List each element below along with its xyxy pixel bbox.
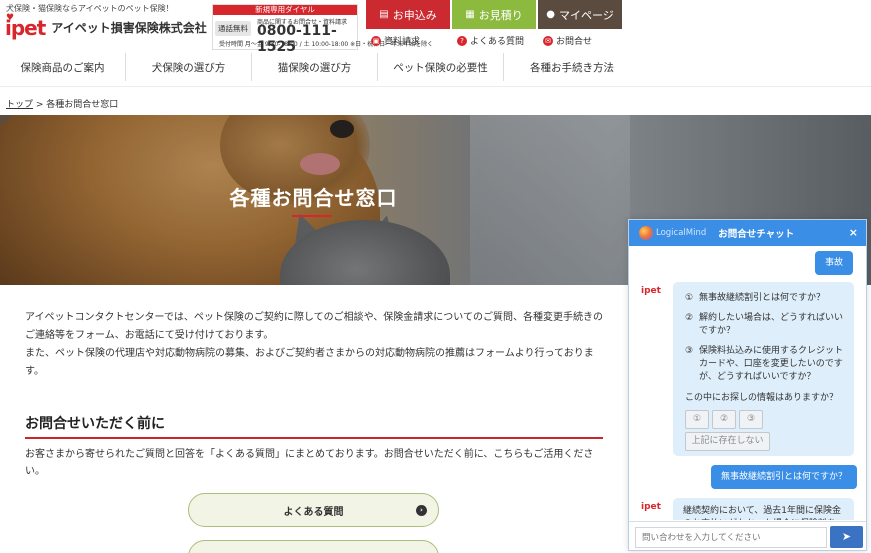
bot-message: ① 無事故継続割引とは何ですか？ ② 解約したい場合は、どうすればいいですか？ … — [673, 282, 854, 456]
mail-icon: ✉ — [543, 35, 553, 46]
intro-paragraph-2: また、ペット保険の代理店や対応動物病院の募集、およびご契約者さまからの対応動物病… — [25, 348, 594, 377]
send-icon[interactable]: ➤ — [830, 526, 863, 548]
phone-dial-box: 新規専用ダイヤル 通話無料 商品に関するお問合せ・資料請求 0800-111-1… — [212, 4, 433, 55]
book-icon: ▣ — [371, 35, 381, 46]
brochure-label: 資料請求 — [384, 37, 421, 47]
question-text: 保険料払込みに使用するクレジットカードや、口座を変更したいのですが、どうすればい… — [699, 346, 844, 382]
option-1-button[interactable]: ① — [685, 410, 709, 429]
faq-link[interactable]: ? よくある質問 — [457, 34, 524, 47]
chat-footer: ➤ — [629, 521, 866, 550]
mypage-button[interactable]: ● マイページ — [538, 0, 622, 29]
brochure-link[interactable]: ▣ 資料請求 — [371, 34, 420, 47]
faq-label: よくある質問 — [470, 37, 525, 47]
chat-input[interactable] — [635, 527, 827, 548]
site-logo[interactable]: ♥ ipet アイペット損害保険株式会社 — [5, 13, 207, 40]
section-underline — [25, 437, 603, 439]
chat-widget: LogicalMind お問合せチャット × 事故 ipet ① 無事故継続割引… — [628, 219, 867, 551]
global-nav: 保険商品のご案内 犬保険の選び方 猫保険の選び方 ペット保険の必要性 各種お手続… — [0, 53, 640, 81]
mypage-label: マイページ — [558, 8, 614, 22]
section-text: お客さまから寄せられたご質問と回答を「よくある質問」にまとめております。お問合せ… — [25, 449, 594, 477]
title-underline — [292, 215, 332, 217]
bot-prompt: この中にお探しの情報はありますか？ — [685, 393, 839, 403]
chat-header: LogicalMind お問合せチャット × — [629, 220, 866, 246]
chevron-right-icon: › — [416, 505, 427, 516]
question-number: ① — [685, 293, 694, 303]
page: 犬保険・猫保険ならアイペットのペット保険！ ♥ ipet アイペット損害保険株式会… — [0, 0, 871, 553]
faq-button[interactable]: よくある質問 › — [188, 493, 439, 527]
heart-icon: ♥ — [6, 13, 14, 23]
calculator-icon: ▦ — [465, 9, 475, 20]
user-message: 事故 — [815, 251, 854, 275]
nav-item-procedures[interactable]: 各種お手続き方法 — [504, 53, 640, 81]
document-icon: ▤ — [379, 9, 389, 20]
section-title: お問合せいただく前に — [25, 416, 165, 432]
site-tagline: 犬保険・猫保険ならアイペットのペット保険！ — [6, 4, 174, 13]
option-3-button[interactable]: ③ — [739, 410, 763, 429]
breadcrumb-current: 各種お問合せ窓口 — [46, 100, 119, 110]
page-title: 各種お問合せ窓口 — [229, 186, 398, 210]
intro-paragraph-1: アイペットコンタクトセンターでは、ペット保険のご契約に際してのご相談や、保険金請… — [25, 312, 603, 341]
breadcrumb-separator: > — [33, 100, 47, 110]
apply-label: お申込み — [392, 8, 437, 22]
breadcrumb-home[interactable]: トップ — [6, 100, 33, 110]
option-none-button[interactable]: 上記に存在しない — [685, 432, 770, 451]
company-name: アイペット損害保険株式会社 — [51, 21, 207, 35]
chat-brand: LogicalMind — [639, 226, 706, 240]
option-2-button[interactable]: ② — [712, 410, 736, 429]
contact-label: お問合せ — [556, 37, 593, 47]
question-text: 無事故継続割引とは何ですか？ — [699, 293, 826, 303]
question-icon: ? — [457, 35, 467, 46]
bot-reply: 継続契約において、過去1年間に保険金のお支払いがなかった場合に保険料を割引 — [673, 498, 854, 520]
faq-button-label: よくある質問 — [283, 506, 344, 518]
dial-title: 新規専用ダイヤル — [213, 5, 357, 15]
user-message: 無事故継続割引とは何ですか？ — [711, 465, 858, 489]
user-icon: ● — [546, 9, 555, 20]
header-divider — [0, 86, 871, 87]
logo-mark: ♥ ipet — [5, 13, 46, 40]
next-button[interactable] — [188, 540, 439, 553]
nav-item-necessity[interactable]: ペット保険の必要性 — [378, 53, 504, 81]
close-icon[interactable]: × — [849, 226, 858, 239]
breadcrumb: トップ > 各種お問合せ窓口 — [6, 97, 118, 110]
chat-title: お問合せチャット — [718, 229, 795, 240]
apply-button[interactable]: ▤ お申込み — [366, 0, 450, 29]
estimate-button[interactable]: ▦ お見積り — [452, 0, 536, 29]
contact-link[interactable]: ✉ お問合せ — [543, 34, 592, 47]
bot-avatar: ipet — [641, 286, 661, 296]
nav-item-products[interactable]: 保険商品のご案内 — [0, 53, 126, 81]
estimate-label: お見積り — [478, 8, 523, 22]
intro-text: アイペットコンタクトセンターでは、ペット保険のご契約に際してのご相談や、保険金請… — [25, 309, 603, 381]
bot-avatar: ipet — [641, 502, 661, 512]
question-number: ③ — [685, 346, 694, 356]
logicalmind-logo-icon — [639, 226, 653, 240]
dial-free-badge: 通話無料 — [215, 21, 251, 36]
question-text: 解約したい場合は、どうすればいいですか？ — [699, 313, 844, 336]
nav-item-cat[interactable]: 猫保険の選び方 — [252, 53, 378, 81]
chat-brand-name: LogicalMind — [656, 228, 707, 238]
nav-item-dog[interactable]: 犬保険の選び方 — [126, 53, 252, 81]
chat-messages: 事故 ipet ① 無事故継続割引とは何ですか？ ② 解約したい場合は、どうすれ… — [629, 246, 866, 520]
question-number: ② — [685, 313, 694, 323]
